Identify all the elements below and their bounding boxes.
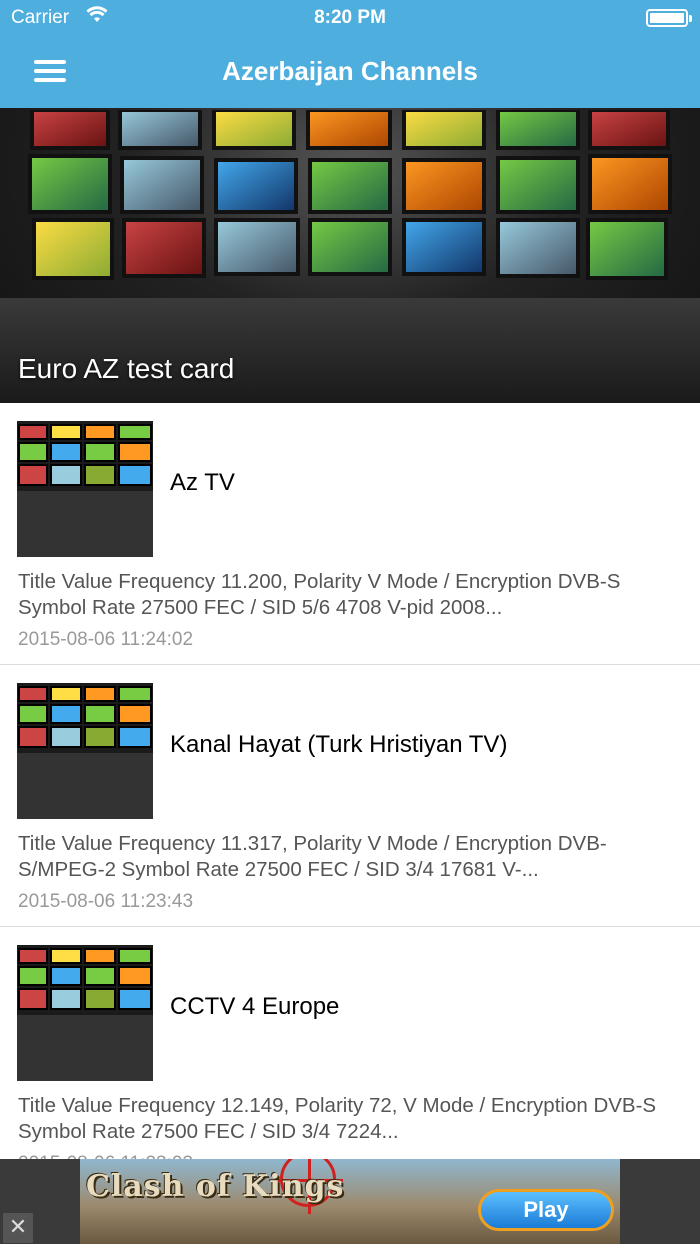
channel-date: 2015-08-06 11:23:43 — [18, 891, 194, 912]
featured-title: Euro AZ test card — [18, 353, 235, 384]
ad-image[interactable]: Clash of Kings Play — [80, 1159, 620, 1244]
channel-thumbnail — [17, 421, 153, 557]
channel-date: 2015-08-06 11:24:02 — [18, 629, 194, 650]
list-item[interactable]: Kanal Hayat (Turk Hristiyan TV) Title Va… — [0, 665, 700, 927]
app-header: Carrier 8:20 PM Azerbaijan Channels — [0, 0, 700, 108]
ad-logo: Clash of Kings — [86, 1169, 345, 1204]
ad-play-button[interactable]: Play — [478, 1189, 614, 1231]
channel-description: Title Value Frequency 11.317, Polarity V… — [18, 832, 607, 881]
list-item[interactable]: CCTV 4 Europe Title Value Frequency 12.1… — [0, 927, 700, 1189]
status-bar: Carrier 8:20 PM — [0, 0, 700, 36]
list-item[interactable]: Az TV Title Value Frequency 11.200, Pola… — [0, 403, 700, 665]
page-title: Azerbaijan Channels — [222, 56, 478, 86]
close-icon[interactable]: ✕ — [3, 1213, 33, 1243]
navigation-bar: Azerbaijan Channels — [0, 36, 700, 108]
channel-name: Az TV — [170, 469, 235, 496]
tv-wall-image — [28, 110, 672, 280]
ad-banner: ✕ Clash of Kings Play — [0, 1159, 700, 1244]
featured-channel-banner[interactable]: Euro AZ test card — [0, 108, 700, 403]
channel-name: CCTV 4 Europe — [170, 993, 340, 1020]
battery-icon — [646, 9, 692, 27]
channel-description: Title Value Frequency 11.200, Polarity V… — [18, 570, 621, 619]
channel-list: Az TV Title Value Frequency 11.200, Pola… — [0, 403, 700, 1189]
channel-description: Title Value Frequency 12.149, Polarity 7… — [18, 1094, 657, 1143]
channel-thumbnail — [17, 683, 153, 819]
floor-reflection — [0, 298, 700, 403]
status-time: 8:20 PM — [314, 7, 386, 28]
channel-name: Kanal Hayat (Turk Hristiyan TV) — [170, 731, 508, 758]
channel-thumbnail — [17, 945, 153, 1081]
